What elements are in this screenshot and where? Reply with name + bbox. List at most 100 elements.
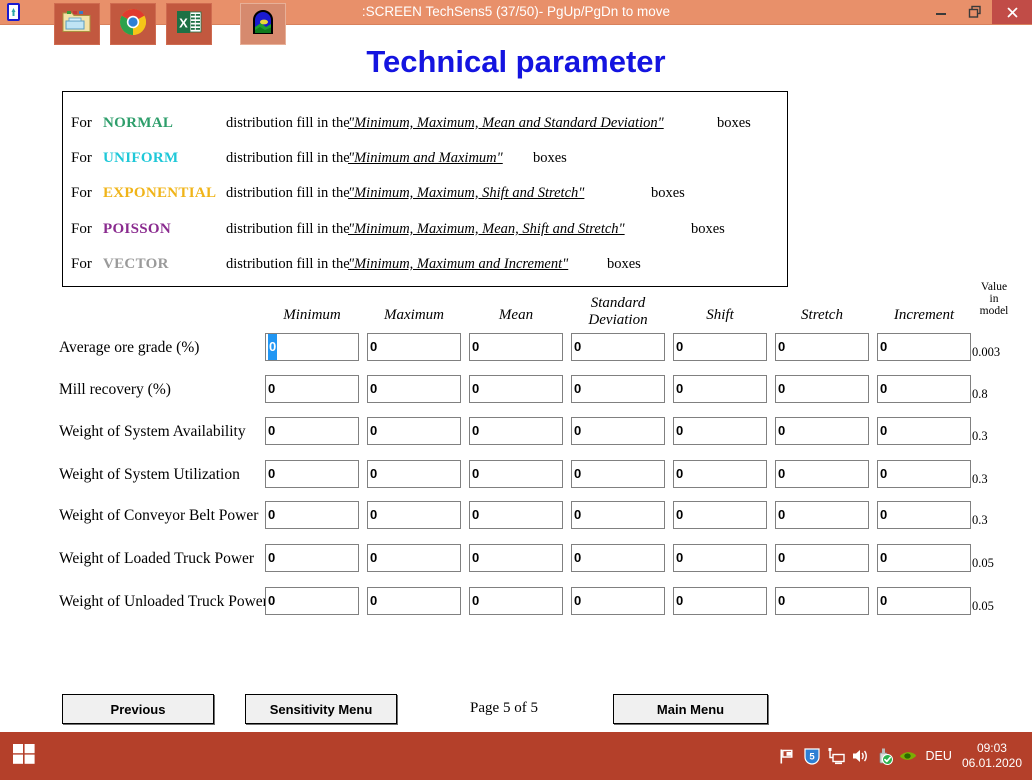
input-cell[interactable]: 0 [571,544,665,572]
input-cell-value: 0 [472,507,480,522]
input-cell-value: 0 [370,550,378,565]
input-cell[interactable]: 0 [571,501,665,529]
input-cell[interactable]: 0 [265,375,359,403]
legend-boxes-word: boxes [717,115,751,131]
language-indicator[interactable]: DEU [920,732,962,780]
input-cell[interactable]: 0 [877,417,971,445]
legend-row: For VECTOR distribution fill in the "Minimu… [63,256,789,278]
taskbar-item-excel[interactable]: X [166,3,212,45]
input-cell[interactable]: 0 [265,333,359,361]
input-cell-value: 0 [880,381,888,396]
input-cell[interactable]: 0 [367,460,461,488]
clock[interactable]: 09:03 06.01.2020 [962,741,1032,771]
input-cell[interactable]: 0 [775,587,869,615]
input-cell[interactable]: 0 [265,544,359,572]
row-label: Weight of Loaded Truck Power [59,550,255,567]
sensitivity-menu-button[interactable]: Sensitivity Menu [245,694,397,724]
input-cell[interactable]: 0 [571,375,665,403]
legend-for-label: For [71,150,92,166]
input-cell[interactable]: 0 [775,544,869,572]
input-cell[interactable]: 0 [571,417,665,445]
column-header-line: Deviation [588,312,648,328]
input-cell[interactable]: 0 [673,333,767,361]
input-cell-value: 0 [676,381,684,396]
taskbar-item-gpss-app[interactable] [240,3,286,45]
column-header-stretch: Stretch [801,307,843,323]
input-cell-value: 0 [778,550,786,565]
input-cell[interactable]: 0 [469,544,563,572]
input-cell[interactable]: 0 [367,333,461,361]
flag-icon[interactable] [776,732,800,780]
taskbar-item-chrome[interactable] [110,3,156,45]
model-value: 0.3 [972,429,988,443]
input-cell[interactable]: 0 [469,417,563,445]
input-cell[interactable]: 0 [571,587,665,615]
input-cell[interactable]: 0 [877,333,971,361]
input-cell[interactable]: 0 [673,375,767,403]
legend-distribution-name: POISSON [103,221,171,237]
svg-text:X: X [179,15,188,30]
column-header-line: Standard [590,295,646,311]
input-cell[interactable]: 0 [775,460,869,488]
restore-icon [958,0,992,24]
network-icon[interactable] [824,732,848,780]
previous-button[interactable]: Previous [62,694,214,724]
input-cell[interactable]: 0 [367,417,461,445]
input-cell[interactable]: 0 [775,333,869,361]
input-cell[interactable]: 0 [367,501,461,529]
input-cell[interactable]: 0 [775,417,869,445]
row-label: Weight of Conveyor Belt Power [59,507,259,524]
row-label: Mill recovery (%) [59,381,171,398]
legend-boxes-quote: "Minimum and Maximum" [348,150,503,166]
input-cell[interactable]: 0 [877,544,971,572]
input-cell[interactable]: 0 [571,333,665,361]
input-cell[interactable]: 0 [673,417,767,445]
input-cell[interactable]: 0 [367,587,461,615]
input-cell-value: 0 [778,593,786,608]
value-head-line3: model [979,305,1009,317]
input-cell[interactable]: 0 [571,460,665,488]
input-cell-value: 0 [574,381,582,396]
input-cell-value: 0 [472,339,480,354]
input-cell-value: 0 [574,339,582,354]
input-cell[interactable]: 0 [265,417,359,445]
input-cell[interactable]: 0 [877,501,971,529]
maximize-button[interactable] [958,0,992,24]
usb-safe-remove-icon[interactable] [872,732,896,780]
close-button[interactable] [992,0,1032,24]
legend-boxes-quote: "Minimum, Maximum, Mean and Standard Dev… [348,115,664,131]
input-cell[interactable]: 0 [877,375,971,403]
row-label: Weight of System Availability [59,423,246,440]
input-cell-value: 0 [676,423,684,438]
legend-distribution-name: EXPONENTIAL [103,185,217,201]
input-cell[interactable]: 0 [877,460,971,488]
input-cell-value: 0 [778,507,786,522]
shield-icon[interactable]: 5 [800,732,824,780]
input-cell[interactable]: 0 [265,587,359,615]
input-cell[interactable]: 0 [877,587,971,615]
legend-fill-text: distribution fill in the [226,185,350,201]
input-cell-value: 0 [676,550,684,565]
application-window: :SCREEN TechSens5 (37/50)- PgUp/PgDn to … [0,0,1032,780]
nvidia-icon[interactable] [896,732,920,780]
minimize-button[interactable] [924,0,958,24]
input-cell[interactable]: 0 [673,460,767,488]
input-cell[interactable]: 0 [265,501,359,529]
start-button[interactable] [0,732,48,780]
input-cell[interactable]: 0 [469,501,563,529]
input-cell[interactable]: 0 [367,544,461,572]
main-menu-button[interactable]: Main Menu [613,694,768,724]
input-cell[interactable]: 0 [673,544,767,572]
input-cell[interactable]: 0 [775,375,869,403]
volume-icon[interactable] [848,732,872,780]
taskbar-item-file-explorer[interactable] [54,3,100,45]
input-cell[interactable]: 0 [469,460,563,488]
input-cell[interactable]: 0 [469,333,563,361]
input-cell[interactable]: 0 [469,375,563,403]
input-cell[interactable]: 0 [367,375,461,403]
input-cell[interactable]: 0 [775,501,869,529]
input-cell[interactable]: 0 [265,460,359,488]
input-cell[interactable]: 0 [673,587,767,615]
input-cell[interactable]: 0 [469,587,563,615]
input-cell[interactable]: 0 [673,501,767,529]
